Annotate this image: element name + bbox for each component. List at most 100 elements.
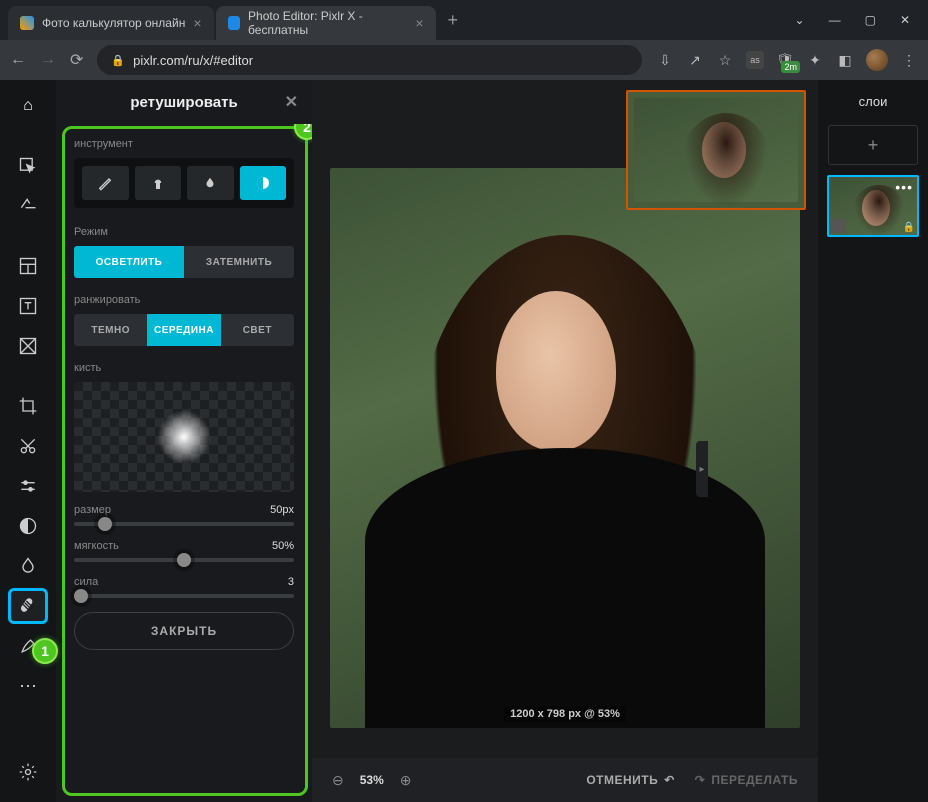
strength-label: сила bbox=[74, 576, 98, 588]
tab-label: Photo Editor: Pixlr X - бесплатны bbox=[248, 9, 407, 37]
layers-title: слои bbox=[859, 88, 888, 115]
blur-tool-button[interactable] bbox=[187, 166, 234, 200]
retouch-panel: ретушировать ✕ 2 инструмент Режим ОСВЕТЛ… bbox=[56, 80, 312, 802]
redo-button[interactable]: ↷ПЕРЕДЕЛАТЬ bbox=[695, 773, 798, 787]
undo-button[interactable]: ОТМЕНИТЬ↶ bbox=[586, 773, 674, 787]
back-icon[interactable]: ← bbox=[10, 51, 26, 69]
url-text: pixlr.com/ru/x/#editor bbox=[133, 53, 253, 68]
arrange-tool[interactable] bbox=[8, 148, 48, 184]
tab-favicon bbox=[20, 16, 34, 30]
close-window-icon[interactable]: ✕ bbox=[900, 13, 910, 27]
mode-segment: ОСВЕТЛИТЬ ЗАТЕМНИТЬ bbox=[74, 246, 294, 278]
photo-canvas[interactable]: 1200 x 798 px @ 53% bbox=[330, 168, 800, 728]
range-dark[interactable]: ТЕМНО bbox=[74, 314, 147, 346]
liquify-tool[interactable] bbox=[8, 548, 48, 584]
filter-tool[interactable] bbox=[8, 508, 48, 544]
reload-icon[interactable]: ⟳ bbox=[70, 50, 83, 70]
browser-tab-2[interactable]: Photo Editor: Pixlr X - бесплатны × bbox=[216, 6, 436, 40]
url-field[interactable]: 🔒 pixlr.com/ru/x/#editor bbox=[97, 45, 642, 75]
mode-lighten[interactable]: ОСВЕТЛИТЬ bbox=[74, 246, 184, 278]
panel-header: ретушировать ✕ bbox=[56, 80, 312, 124]
browser-address-bar: ← → ⟳ 🔒 pixlr.com/ru/x/#editor ⇩ ↗ ☆ as … bbox=[0, 40, 928, 80]
brush-label: кисть bbox=[74, 362, 294, 374]
window-controls: ⌄ — ▢ ✕ bbox=[795, 13, 920, 27]
range-light[interactable]: СВЕТ bbox=[221, 314, 294, 346]
minimize-icon[interactable]: — bbox=[829, 13, 841, 27]
bottom-bar: ⊖ 53% ⊕ ОТМЕНИТЬ↶ ↷ПЕРЕДЕЛАТЬ bbox=[312, 758, 818, 802]
heal-tool-button[interactable] bbox=[82, 166, 129, 200]
menu-icon[interactable]: ⋮ bbox=[900, 51, 918, 69]
cutout-tool[interactable] bbox=[8, 428, 48, 464]
maximize-icon[interactable]: ▢ bbox=[865, 13, 876, 27]
redo-icon: ↷ bbox=[695, 773, 706, 787]
text-tool[interactable] bbox=[8, 288, 48, 324]
share-icon[interactable]: ↗ bbox=[686, 51, 704, 69]
more-tool[interactable]: ⋯ bbox=[8, 668, 48, 704]
crop-tool[interactable] bbox=[8, 388, 48, 424]
panel-close-icon[interactable]: ✕ bbox=[285, 92, 298, 112]
browser-tab-1[interactable]: Фото калькулятор онлайн × bbox=[8, 6, 214, 40]
panel-close-button[interactable]: ЗАКРЫТЬ bbox=[74, 612, 294, 650]
size-slider[interactable] bbox=[74, 522, 294, 526]
element-tool[interactable] bbox=[8, 328, 48, 364]
tab-label: Фото калькулятор онлайн bbox=[42, 16, 185, 30]
pixlr-app: ⌂ ⋯ 1 ретушировать ✕ 2 инструмент bbox=[0, 80, 928, 802]
sidepanel-icon[interactable]: ◧ bbox=[836, 51, 854, 69]
lock-icon[interactable]: 🔒 bbox=[903, 222, 915, 233]
layer-type-icon bbox=[831, 219, 845, 233]
caret-down-icon[interactable]: ⌄ bbox=[795, 13, 805, 27]
range-mid[interactable]: СЕРЕДИНА bbox=[147, 314, 220, 346]
range-segment: ТЕМНО СЕРЕДИНА СВЕТ bbox=[74, 314, 294, 346]
undo-icon: ↶ bbox=[664, 773, 675, 787]
softness-value: 50% bbox=[272, 540, 294, 552]
size-value: 50px bbox=[270, 504, 294, 516]
softness-slider[interactable] bbox=[74, 558, 294, 562]
settings-button[interactable] bbox=[8, 754, 48, 790]
strength-slider[interactable] bbox=[74, 594, 294, 598]
layers-panel: слои + ••• 🔒 bbox=[818, 80, 928, 802]
ext-badge: 2m bbox=[781, 61, 800, 73]
tab-favicon bbox=[228, 16, 241, 30]
strength-slider-group: сила3 bbox=[74, 576, 294, 598]
instrument-label: инструмент bbox=[74, 138, 294, 150]
zoom-out-icon[interactable]: ⊖ bbox=[332, 772, 344, 789]
clone-tool-button[interactable] bbox=[135, 166, 182, 200]
canvas-area: 1200 x 798 px @ 53% ⊖ 53% ⊕ ОТМЕНИТЬ↶ ↷П… bbox=[312, 80, 818, 802]
add-layer-button[interactable]: + bbox=[828, 125, 918, 165]
extension-icon-2[interactable]: 🛡2m bbox=[776, 51, 794, 69]
callout-badge-1: 1 bbox=[32, 638, 58, 664]
zoom-level[interactable]: 53% bbox=[360, 773, 384, 787]
size-label: размер bbox=[74, 504, 111, 516]
navigator-preview[interactable] bbox=[626, 90, 806, 210]
lock-icon: 🔒 bbox=[111, 54, 125, 67]
retouch-tool[interactable] bbox=[8, 588, 48, 624]
canvas[interactable]: 1200 x 798 px @ 53% bbox=[312, 80, 818, 758]
layout-tool[interactable] bbox=[8, 248, 48, 284]
browser-tabstrip: Фото калькулятор онлайн × Photo Editor: … bbox=[0, 0, 928, 40]
forward-icon[interactable]: → bbox=[40, 51, 56, 69]
dodge-tool-button[interactable] bbox=[240, 166, 287, 200]
mode-darken[interactable]: ЗАТЕМНИТЬ bbox=[184, 246, 294, 278]
adjust-tool[interactable] bbox=[8, 468, 48, 504]
left-toolbar: ⌂ ⋯ 1 bbox=[0, 80, 56, 802]
layer-thumbnail[interactable]: ••• 🔒 bbox=[827, 175, 919, 237]
tab-close-icon[interactable]: × bbox=[193, 15, 201, 31]
panel-title: ретушировать bbox=[130, 94, 237, 111]
extensions-icon[interactable]: ✦ bbox=[806, 51, 824, 69]
home-button[interactable]: ⌂ bbox=[8, 88, 48, 124]
size-slider-group: размер 50px bbox=[74, 504, 294, 526]
extension-icon[interactable]: as bbox=[746, 51, 764, 69]
install-icon[interactable]: ⇩ bbox=[656, 51, 674, 69]
layer-menu-icon[interactable]: ••• bbox=[895, 179, 913, 195]
zoom-in-icon[interactable]: ⊕ bbox=[400, 772, 412, 789]
collapse-layers-icon[interactable]: ▸ bbox=[696, 441, 708, 497]
ai-tool[interactable] bbox=[8, 188, 48, 224]
callout-badge-2: 2 bbox=[294, 124, 312, 140]
bookmark-icon[interactable]: ☆ bbox=[716, 51, 734, 69]
brush-preview[interactable] bbox=[74, 382, 294, 492]
new-tab-button[interactable]: + bbox=[438, 10, 469, 31]
instrument-picker bbox=[74, 158, 294, 208]
canvas-dimensions: 1200 x 798 px @ 53% bbox=[504, 706, 626, 722]
profile-avatar[interactable] bbox=[866, 49, 888, 71]
tab-close-icon[interactable]: × bbox=[415, 15, 423, 31]
